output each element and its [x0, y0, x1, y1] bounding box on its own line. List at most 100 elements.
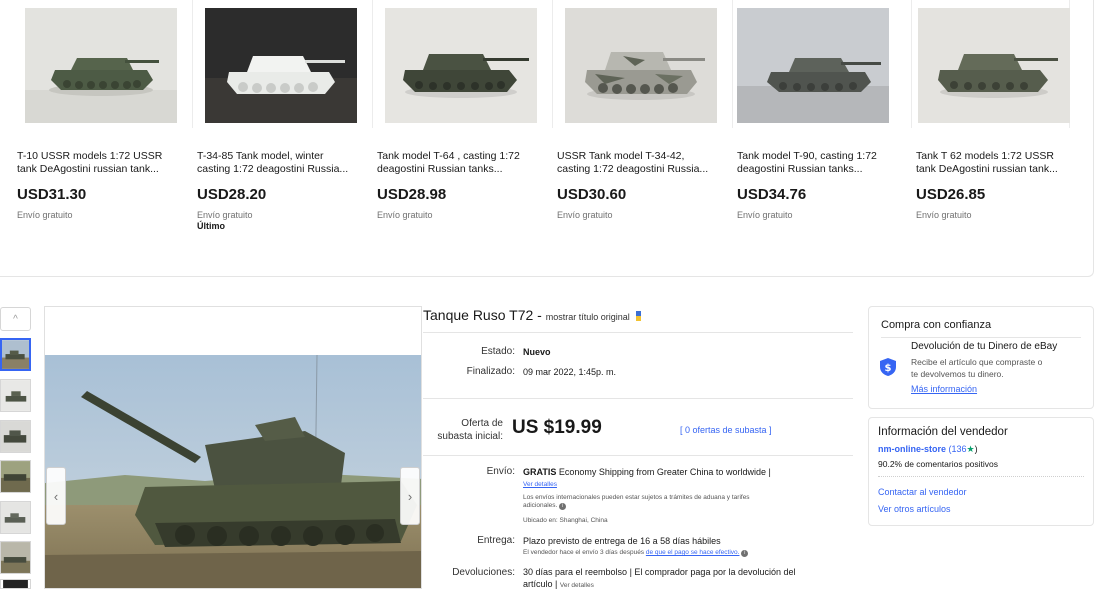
main-image-frame[interactable] [44, 306, 422, 589]
customs-note-line2: adicionales. [523, 502, 558, 509]
info-icon[interactable]: i [559, 503, 567, 510]
positive-feedback: 90.2% de comentarios positivos [878, 459, 999, 469]
item-title[interactable]: Tank T 62 models 1:72 USSR tank DeAgosti… [916, 150, 1076, 176]
gallery-thumbnail[interactable] [0, 501, 31, 534]
customs-note-line1: Los envíos internacionales pueden estar … [523, 494, 750, 501]
item-price: USD26.85 [916, 186, 986, 203]
customs-note: Los envíos internacionales pueden estar … [523, 494, 813, 510]
chevron-up-icon: ^ [13, 313, 18, 325]
product-image[interactable] [385, 8, 537, 123]
money-back-text-line1: Recibe el artículo que compraste o [911, 357, 1043, 367]
item-price: USD30.60 [557, 186, 627, 203]
item-title[interactable]: T-10 USSR models 1:72 USSR tank DeAgosti… [17, 150, 177, 176]
delivery-label: Entrega: [477, 535, 515, 546]
gallery-thumbnail[interactable] [0, 338, 31, 371]
returns-policy-line2-text: artículo | [523, 579, 558, 589]
starting-bid-label-line2: subasta inicial: [437, 431, 503, 442]
item-location: Ubicado en: Shanghai, China [523, 517, 608, 525]
shipping-text: Envío gratuito [737, 210, 793, 220]
translate-icon [635, 311, 641, 321]
returns-details-link[interactable]: Ver detalles [560, 582, 594, 589]
item-price: US $19.99 [512, 417, 602, 438]
divider [423, 398, 853, 399]
ended-value: 09 mar 2022, 1:45p. m. [523, 367, 617, 377]
feedback-score-end: ) [974, 444, 978, 454]
money-back-heading: Devolución de tu Dinero de eBay [911, 341, 1058, 352]
main-product-photo[interactable] [45, 355, 421, 588]
chevron-right-icon: › [407, 488, 413, 504]
divider [881, 337, 1081, 338]
seller-info-panel: Información del vendedor nm-online-store… [868, 417, 1094, 526]
product-image[interactable] [565, 8, 717, 123]
money-back-text-line2: te devolvemos tu dinero. [911, 369, 1004, 379]
panel-title: Compra con confianza [881, 319, 992, 331]
shipping-service: Economy Shipping from Greater China to w… [558, 467, 771, 477]
located-value: Shanghai, China [559, 517, 608, 524]
returns-policy-line2: artículo | Ver detalles [523, 579, 594, 589]
card-divider [192, 0, 193, 128]
title-separator: - [537, 307, 546, 323]
gallery-thumbnail[interactable] [0, 420, 31, 453]
divider [423, 455, 853, 456]
divider [423, 332, 853, 333]
returns-policy: 30 días para el reembolso | El comprador… [523, 567, 796, 577]
delivery-estimate: Plazo previsto de entrega de 16 a 58 día… [523, 536, 721, 546]
item-price: USD28.20 [197, 186, 267, 203]
thumbnails-up-button[interactable]: ^ [0, 307, 31, 331]
delivery-note-text: El vendedor hace el envío 3 días después [523, 549, 645, 556]
ended-label: Finalizado: [466, 366, 515, 377]
starting-bid-label-line1: Oferta de [461, 418, 503, 429]
starting-bid-label: Oferta de subasta inicial: [423, 417, 503, 443]
gallery-thumbnail[interactable] [0, 579, 31, 589]
last-item-badge: Último [197, 221, 225, 231]
item-title[interactable]: Tank model T-90, casting 1:72 deagostini… [737, 150, 897, 176]
product-image[interactable] [25, 8, 177, 123]
item-price: USD34.76 [737, 186, 807, 203]
seller-name-link[interactable]: nm-online-store [878, 444, 946, 454]
shipping-text: Envío gratuito [557, 210, 613, 220]
gallery-thumbnail[interactable] [0, 541, 31, 574]
gallery-thumbnail[interactable] [0, 460, 31, 493]
item-price: USD31.30 [17, 186, 87, 203]
item-title-text: Tanque Ruso T72 [423, 307, 534, 323]
shipping-details-link[interactable]: Ver detalles [523, 481, 557, 489]
star-icon: ★ [966, 444, 975, 454]
condition-label: Estado: [481, 346, 515, 357]
item-title[interactable]: USSR Tank model T-34-42, casting 1:72 de… [557, 150, 717, 176]
feedback-score[interactable]: (136 [949, 444, 967, 454]
related-items-carousel: T-10 USSR models 1:72 USSR tank DeAgosti… [0, 0, 1094, 277]
show-original-title-link[interactable]: mostrar título original [546, 312, 630, 322]
seller-info-title: Información del vendedor [878, 426, 1008, 438]
shipping-text: Envío gratuito [916, 210, 972, 220]
item-title[interactable]: T-34-85 Tank model, winter casting 1:72 … [197, 150, 357, 176]
svg-text:$: $ [885, 363, 892, 374]
product-image[interactable] [205, 8, 357, 123]
item-title-heading: Tanque Ruso T72 - mostrar título origina… [423, 307, 644, 323]
seller-line: nm-online-store (136★) [878, 444, 978, 455]
prev-image-button[interactable]: ‹ [46, 467, 66, 525]
product-image[interactable] [737, 8, 889, 123]
buyer-confidence-panel: Compra con confianza $ Devolución de tu … [868, 306, 1094, 409]
contact-seller-link[interactable]: Contactar al vendedor [878, 487, 967, 497]
delivery-note: El vendedor hace el envío 3 días después… [523, 549, 843, 557]
located-label: Ubicado en: [523, 517, 558, 524]
card-divider [732, 0, 733, 128]
gallery-thumbnail[interactable] [0, 379, 31, 412]
payment-effective-link[interactable]: de que el pago se hace efectivo. [646, 549, 740, 556]
shipping-info: GRATIS Economy Shipping from Greater Chi… [523, 467, 823, 477]
card-divider [911, 0, 912, 128]
dotted-divider [878, 476, 1084, 477]
chevron-left-icon: ‹ [53, 488, 59, 504]
more-info-link[interactable]: Más información [911, 384, 977, 394]
returns-label: Devoluciones: [452, 567, 515, 578]
product-image[interactable] [918, 8, 1070, 123]
item-title[interactable]: Tank model T-64 , casting 1:72 deagostin… [377, 150, 537, 176]
money-back-shield-icon: $ [880, 358, 896, 376]
bid-count-link[interactable]: [ 0 ofertas de subasta ] [680, 425, 772, 435]
seller-other-items-link[interactable]: Ver otros artículos [878, 504, 951, 514]
info-icon[interactable]: i [741, 550, 749, 557]
next-image-button[interactable]: › [400, 467, 420, 525]
shipping-text: Envío gratuito [197, 210, 253, 220]
card-divider [372, 0, 373, 128]
shipping-text: Envío gratuito [17, 210, 73, 220]
